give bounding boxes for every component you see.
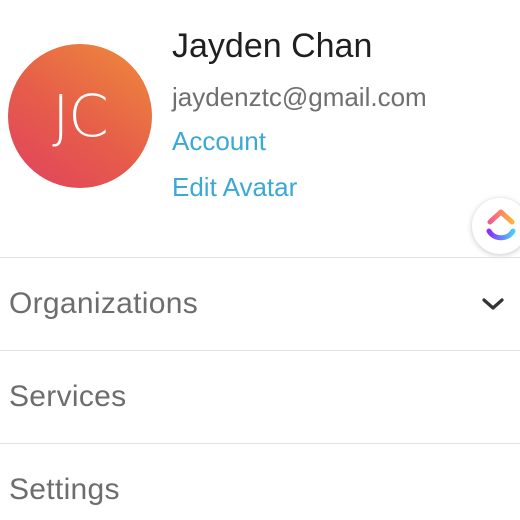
menu-item-settings[interactable]: Settings (0, 443, 520, 520)
clickup-badge-button[interactable] (472, 198, 520, 254)
avatar[interactable]: JC (8, 44, 152, 188)
profile-page: JC Jayden Chan jaydenztc@gmail.com Accou… (0, 0, 520, 520)
chevron-down-icon[interactable] (480, 294, 506, 314)
user-name: Jayden Chan (172, 27, 373, 65)
menu-item-organizations[interactable]: Organizations (0, 257, 520, 350)
avatar-initials: JC (52, 82, 109, 150)
menu-list: Organizations Services Settings (0, 257, 520, 520)
clickup-logo-icon (486, 209, 516, 241)
menu-item-services[interactable]: Services (0, 350, 520, 443)
user-email: jaydenztc@gmail.com (172, 82, 427, 112)
account-link[interactable]: Account (172, 124, 266, 158)
menu-item-label: Organizations (9, 287, 198, 320)
menu-item-label: Settings (9, 473, 120, 506)
menu-item-label: Services (9, 380, 127, 413)
edit-avatar-link[interactable]: Edit Avatar (172, 170, 297, 204)
